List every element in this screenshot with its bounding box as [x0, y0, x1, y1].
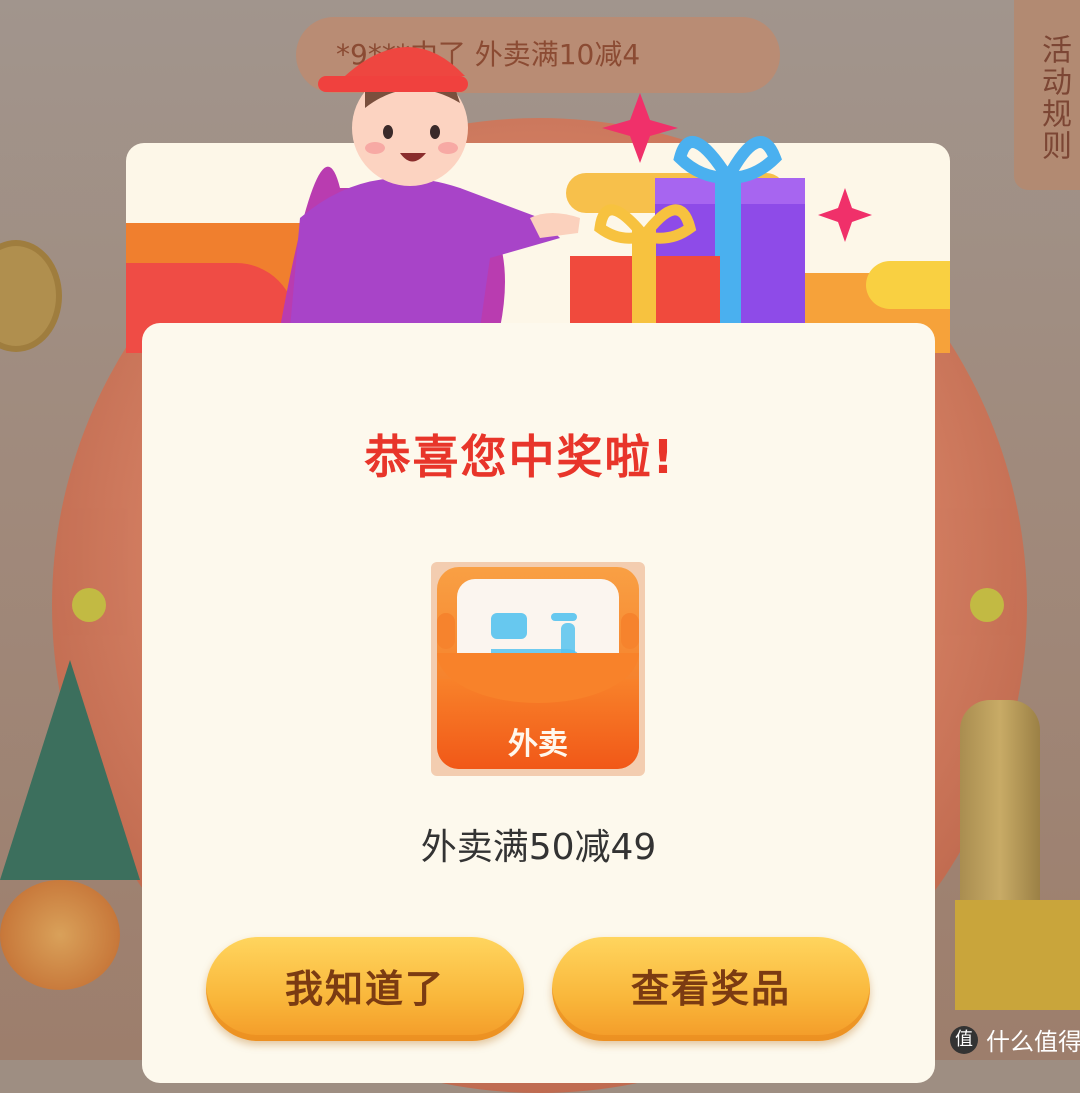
activity-rules-tab[interactable]: 活动规则: [1014, 0, 1080, 190]
wheel-light-dot: [970, 588, 1004, 622]
courier-cap: [345, 47, 465, 76]
prize-icon-label: 外卖: [508, 727, 568, 762]
congratulations-title: 恭喜您中奖啦!: [364, 430, 676, 484]
takeout-coupon-icon: 外卖: [437, 567, 639, 769]
wheel-light-dot: [72, 588, 106, 622]
smzdm-logo-icon: 值: [950, 1025, 978, 1054]
watermark-text: 什么值得买: [986, 1028, 1080, 1056]
acknowledge-button-label: 我知道了: [284, 967, 445, 1011]
prize-name: 外卖满50减49: [420, 827, 657, 868]
coupon-notch-right: [621, 613, 639, 649]
watermark: 值 什么值得买: [950, 1022, 1080, 1057]
sparkle-icon: [818, 188, 872, 242]
food-decoration: [0, 880, 120, 990]
courier-gift-illustration: [280, 47, 872, 328]
cheese-decoration: [955, 900, 1080, 1010]
acknowledge-button[interactable]: 我知道了: [206, 937, 524, 1041]
sparkle-icon: [602, 93, 678, 163]
coupon-notch-left: [437, 613, 455, 649]
view-prize-button[interactable]: 查看奖品: [552, 937, 870, 1041]
activity-rules-label: 活动规则: [1036, 34, 1071, 162]
view-prize-button-label: 查看奖品: [630, 967, 791, 1011]
